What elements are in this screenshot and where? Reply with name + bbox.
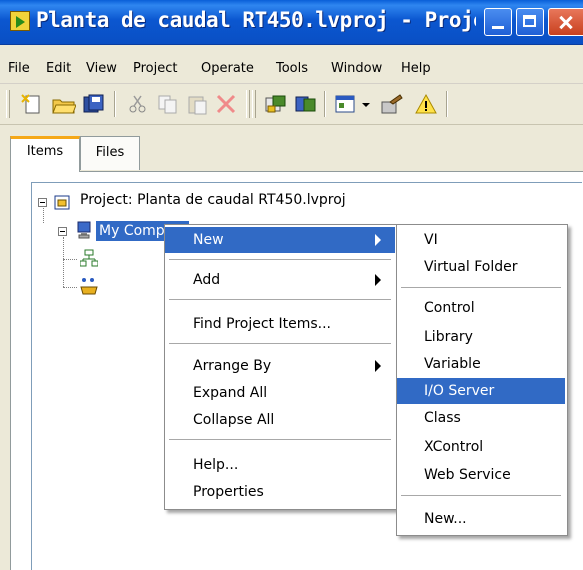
tree-connector-3 — [63, 259, 77, 260]
dependencies-icon — [79, 249, 99, 267]
menu-separator — [169, 343, 391, 344]
menu-item-arrange-label: Arrange By — [193, 358, 272, 374]
toolbar-grip[interactable] — [6, 90, 10, 118]
menu-operate[interactable]: Operate — [201, 61, 254, 76]
computer-collapse-toggle[interactable] — [58, 227, 67, 236]
submenu-item-class[interactable]: Class — [397, 405, 565, 431]
menu-item-expand-label: Expand All — [193, 385, 268, 401]
root-collapse-toggle[interactable] — [38, 198, 47, 207]
menu-file[interactable]: File — [8, 61, 30, 76]
menu-item-arrange-by[interactable]: Arrange By — [165, 353, 395, 379]
tab-items[interactable]: Items — [10, 136, 80, 172]
tree-connector — [43, 208, 44, 223]
new-submenu: VI Virtual Folder Control Library Variab… — [396, 224, 568, 536]
menu-tools[interactable]: Tools — [276, 61, 308, 76]
delete-icon[interactable] — [214, 93, 238, 115]
menu-item-add-label: Add — [193, 272, 221, 288]
properties-icon[interactable] — [380, 93, 404, 115]
submenu-item-vi[interactable]: VI — [397, 227, 565, 253]
menu-project[interactable]: Project — [133, 61, 177, 76]
submenu-arrow-icon — [375, 234, 381, 246]
menu-separator — [169, 439, 391, 440]
deploy-icon[interactable] — [294, 93, 318, 115]
tree-root-label[interactable]: Project: Planta de caudal RT450.lvproj — [80, 192, 346, 208]
tab-strip: Items Files — [10, 136, 570, 172]
warning-icon[interactable] — [414, 93, 438, 115]
menu-item-add[interactable]: Add — [165, 267, 395, 293]
menu-bar: File Edit View Project Operate Tools Win… — [0, 55, 583, 84]
cut-icon[interactable] — [126, 93, 150, 115]
toolbar — [0, 84, 583, 125]
submenu-item-io-server-label: I/O Server — [424, 383, 495, 399]
toolbar-separator-2 — [324, 91, 326, 117]
submenu-item-control-label: Control — [424, 300, 475, 316]
submenu-item-library[interactable]: Library — [397, 324, 565, 350]
paste-icon[interactable] — [186, 93, 210, 115]
close-button[interactable] — [548, 8, 583, 36]
toolbar-separator-3 — [446, 91, 448, 117]
submenu-item-class-label: Class — [424, 410, 461, 426]
tab-files[interactable]: Files — [80, 136, 140, 170]
menu-item-properties-label: Properties — [193, 484, 264, 500]
toolbar-grip-2[interactable] — [246, 90, 250, 118]
submenu-item-virtual-folder-label: Virtual Folder — [424, 259, 518, 275]
menu-edit[interactable]: Edit — [46, 61, 71, 76]
submenu-item-xcontrol-label: XControl — [424, 439, 484, 455]
submenu-item-xcontrol[interactable]: XControl — [397, 434, 565, 460]
open-icon[interactable] — [52, 93, 77, 115]
menu-item-help-label: Help... — [193, 457, 239, 473]
view-icon[interactable] — [334, 93, 358, 115]
title-bar[interactable]: Planta de caudal RT450.lvproj - Projec..… — [0, 0, 583, 45]
menu-item-collapse-all[interactable]: Collapse All — [165, 407, 395, 433]
copy-icon[interactable] — [156, 93, 180, 115]
submenu-item-control[interactable]: Control — [397, 295, 565, 321]
submenu-item-new-dialog-label: New... — [424, 511, 467, 527]
tree-connector-4 — [63, 287, 77, 288]
submenu-item-variable[interactable]: Variable — [397, 351, 565, 377]
window-title: Planta de caudal RT450.lvproj - Projec..… — [36, 8, 476, 32]
submenu-item-virtual-folder[interactable]: Virtual Folder — [397, 254, 565, 280]
menu-item-help[interactable]: Help... — [165, 452, 395, 478]
tab-items-label: Items — [26, 144, 64, 159]
labview-project-icon — [10, 11, 30, 31]
submenu-item-variable-label: Variable — [424, 356, 481, 372]
submenu-item-web-service[interactable]: Web Service — [397, 462, 565, 488]
submenu-item-new-dialog[interactable]: New... — [397, 506, 565, 532]
view-dropdown-arrow-icon[interactable] — [360, 93, 374, 115]
menu-item-new[interactable]: New — [165, 227, 395, 253]
menu-item-properties[interactable]: Properties — [165, 479, 395, 505]
build-icon[interactable] — [264, 93, 288, 115]
menu-window[interactable]: Window — [331, 61, 382, 76]
menu-item-find-label: Find Project Items... — [193, 316, 331, 332]
submenu-arrow-icon — [375, 360, 381, 372]
application-window: Planta de caudal RT450.lvproj - Projec..… — [0, 0, 583, 570]
minimize-button[interactable] — [484, 8, 512, 36]
menu-separator — [401, 495, 561, 496]
submenu-item-vi-label: VI — [424, 232, 438, 248]
maximize-button[interactable] — [516, 8, 544, 36]
menu-separator — [169, 259, 391, 260]
menu-help[interactable]: Help — [401, 61, 431, 76]
menu-view[interactable]: View — [86, 61, 117, 76]
new-icon[interactable] — [20, 93, 44, 115]
submenu-item-library-label: Library — [424, 329, 473, 345]
tree-connector-2 — [63, 237, 64, 287]
menu-item-find-project-items[interactable]: Find Project Items... — [165, 311, 395, 337]
toolbar-separator — [114, 91, 116, 117]
menu-separator — [169, 299, 391, 300]
tab-files-label: Files — [95, 145, 125, 160]
menu-item-expand-all[interactable]: Expand All — [165, 380, 395, 406]
save-all-icon[interactable] — [82, 93, 106, 115]
menu-separator — [401, 287, 561, 288]
computer-icon — [76, 221, 94, 239]
submenu-item-io-server[interactable]: I/O Server — [397, 378, 565, 404]
project-icon — [54, 193, 72, 211]
context-menu: New Add Find Project Items... Arrange By… — [164, 224, 398, 510]
toolbar-grip-3[interactable] — [252, 90, 256, 118]
submenu-arrow-icon — [375, 274, 381, 286]
menu-item-new-label: New — [193, 232, 224, 248]
menu-item-collapse-label: Collapse All — [193, 412, 275, 428]
build-specs-icon — [80, 277, 98, 295]
submenu-item-web-service-label: Web Service — [424, 467, 511, 483]
